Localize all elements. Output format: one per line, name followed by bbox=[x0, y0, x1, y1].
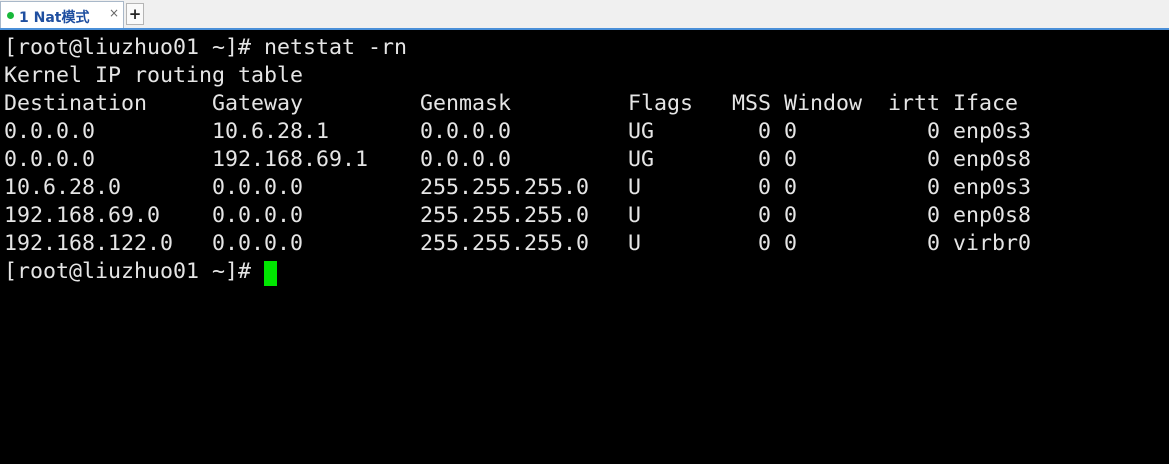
connection-status-icon bbox=[7, 12, 14, 19]
terminal-line: 0.0.0.0 192.168.69.1 0.0.0.0 UG 0 0 0 en… bbox=[4, 147, 1032, 172]
close-icon[interactable]: × bbox=[109, 6, 119, 20]
terminal-line: Destination Gateway Genmask Flags MSS Wi… bbox=[4, 91, 1019, 116]
session-tab-label: 1 Nat模式 bbox=[19, 10, 90, 26]
terminal-line: [root@liuzhuo01 ~]# bbox=[4, 259, 265, 284]
session-tab[interactable]: 1 Nat模式 × bbox=[0, 1, 124, 28]
terminal-line: 10.6.28.0 0.0.0.0 255.255.255.0 U 0 0 0 … bbox=[4, 175, 1032, 200]
terminal-line: Kernel IP routing table bbox=[4, 63, 304, 88]
tab-bar: 1 Nat模式 × + bbox=[0, 0, 1169, 30]
terminal-line: [root@liuzhuo01 ~]# netstat -rn bbox=[4, 35, 408, 60]
terminal-line: 192.168.69.0 0.0.0.0 255.255.255.0 U 0 0… bbox=[4, 203, 1032, 228]
terminal-screen[interactable]: [root@liuzhuo01 ~]# netstat -rn Kernel I… bbox=[0, 30, 1169, 464]
terminal-line: 192.168.122.0 0.0.0.0 255.255.255.0 U 0 … bbox=[4, 231, 1032, 256]
terminal-cursor bbox=[264, 261, 277, 286]
new-tab-button[interactable]: + bbox=[126, 3, 144, 25]
terminal-line: 0.0.0.0 10.6.28.1 0.0.0.0 UG 0 0 0 enp0s… bbox=[4, 119, 1032, 144]
